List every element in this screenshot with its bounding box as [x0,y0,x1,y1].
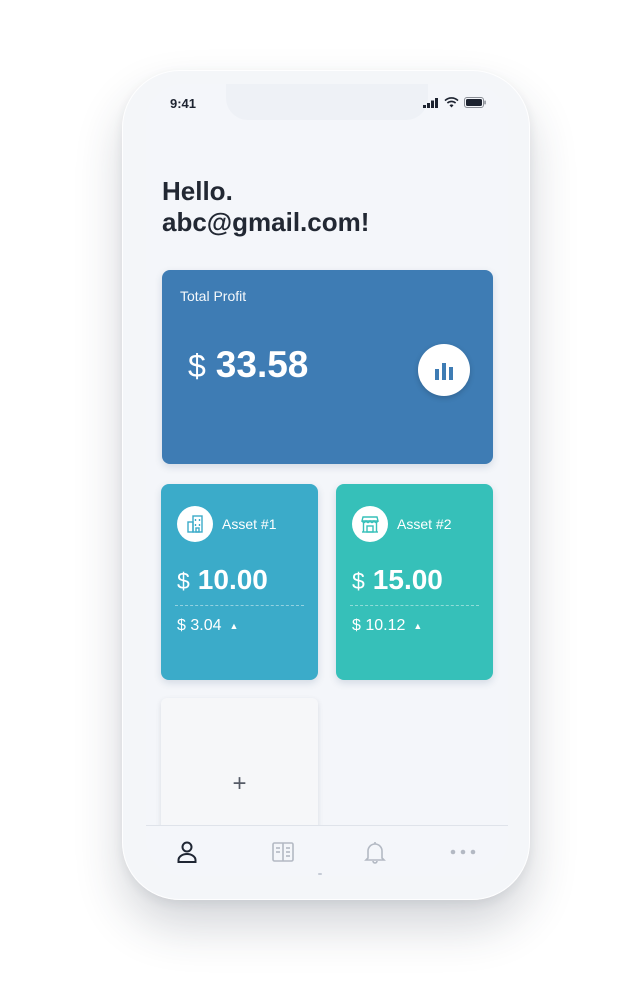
divider [175,605,304,606]
greeting-email: abc@gmail.com! [162,207,370,237]
building-icon [177,506,213,542]
asset-card-2[interactable]: Asset #2 $ 15.00 $ 10.12 ▲ [336,484,493,680]
bar-chart-icon [435,363,453,380]
tab-bar [146,825,508,876]
tab-profile[interactable] [172,837,202,867]
asset-change: $ 10.12 ▲ [352,617,422,635]
chart-button[interactable] [418,344,470,396]
asset-name: Asset #2 [397,516,452,532]
asset-value: 10.00 [197,564,268,595]
tab-more[interactable] [448,837,478,867]
greeting: Hello. abc@gmail.com! [162,176,492,238]
greeting-line-1: Hello. [162,176,233,206]
total-profit-value: 33.58 [215,344,309,385]
signal-icon [423,97,438,108]
home-indicator [318,873,322,875]
total-profit-amount: $ 33.58 [188,344,308,386]
bell-icon [364,842,386,864]
store-icon [352,506,388,542]
asset-change-value: $ 3.04 [177,617,222,634]
more-icon [450,849,476,855]
divider [350,605,479,606]
asset-name: Asset #1 [222,516,277,532]
tab-book[interactable] [268,837,298,867]
status-time: 9:41 [170,96,197,111]
asset-currency: $ [352,568,365,594]
add-asset-card[interactable]: + [161,698,318,838]
notch [226,84,428,120]
user-icon [177,841,197,863]
book-icon [272,842,294,862]
status-icons [423,97,486,108]
trend-up-icon: ▲ [229,621,239,631]
asset-value: 15.00 [372,564,443,595]
battery-icon [464,97,486,108]
asset-card-1[interactable]: Asset #1 $ 10.00 $ 3.04 ▲ [161,484,318,680]
asset-change-value: $ 10.12 [352,617,406,634]
asset-amount: $ 10.00 [177,564,268,596]
wifi-icon [444,97,459,108]
total-profit-label: Total Profit [180,288,247,304]
asset-currency: $ [177,568,190,594]
asset-amount: $ 15.00 [352,564,443,596]
plus-icon: + [232,770,247,797]
total-profit-currency: $ [188,348,206,384]
total-profit-card[interactable]: Total Profit $ 33.58 [162,270,493,464]
trend-up-icon: ▲ [413,621,423,631]
app-screen: 9:41 Hello. abc@gmail.com! Total Profit … [146,84,508,876]
tab-notifications[interactable] [360,837,390,867]
asset-change: $ 3.04 ▲ [177,617,238,635]
